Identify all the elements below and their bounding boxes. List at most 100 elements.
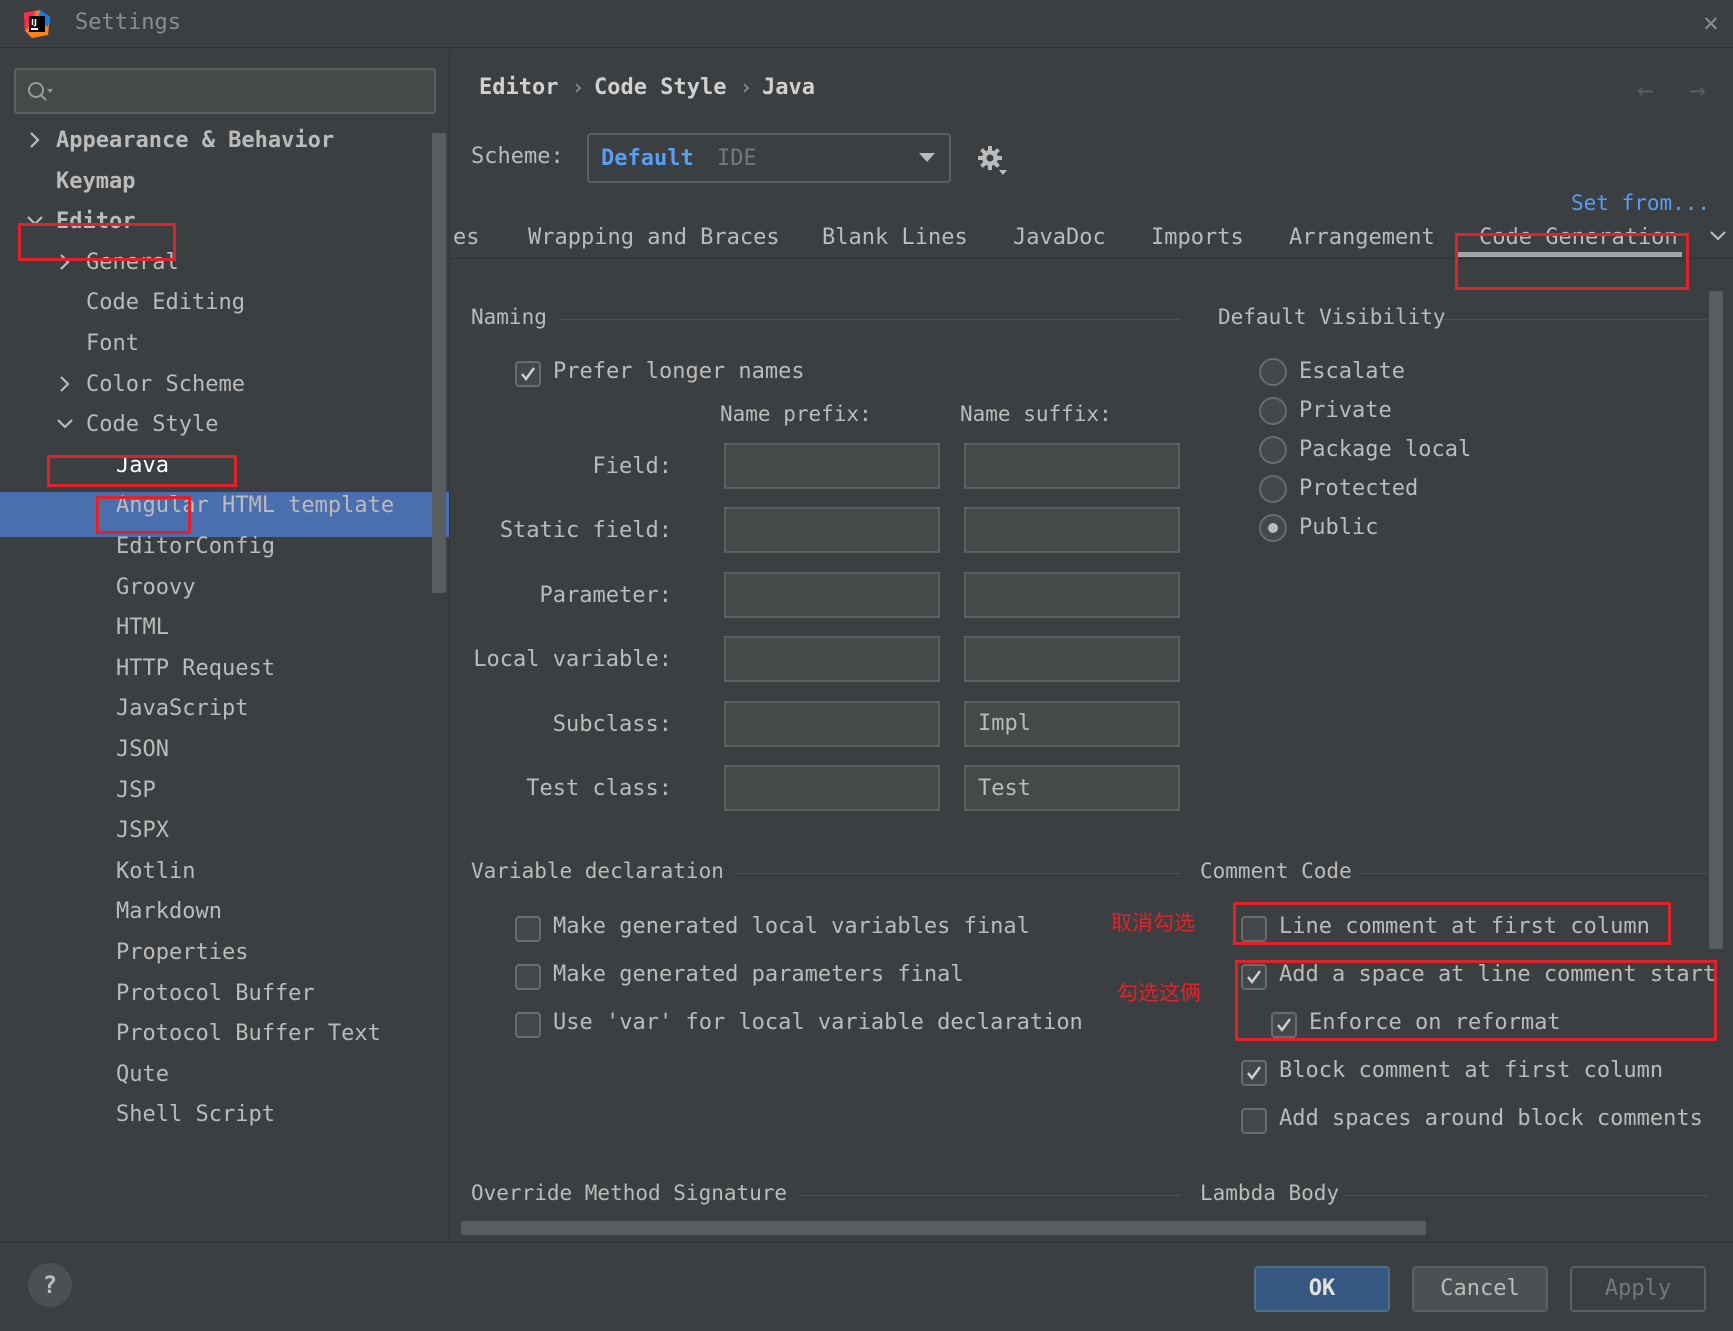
local-variable-suffix-input[interactable] — [964, 636, 1180, 683]
highlight-box-java — [96, 496, 191, 534]
title-bar: IJ Settings ✕ — [0, 0, 1733, 48]
back-arrow-icon[interactable]: ← — [1637, 73, 1654, 106]
highlight-box-code-generation-tab — [1455, 233, 1689, 290]
breadcrumb-code-style[interactable]: Code Style — [594, 75, 726, 100]
content-horizontal-scrollbar[interactable] — [461, 1221, 1426, 1235]
tree-item-label: JavaScript — [116, 696, 249, 722]
tree-item-label: Kotlin — [116, 858, 196, 884]
scheme-value: Default — [601, 146, 694, 171]
scheme-dropdown[interactable]: Default IDE — [587, 133, 951, 183]
field-prefix-input[interactable] — [724, 443, 940, 489]
tree-item-label: JSON — [116, 737, 169, 762]
search-input[interactable] — [14, 68, 436, 114]
tree-item-label: Color Scheme — [86, 371, 245, 397]
naming-row-label: Local variable: — [473, 647, 672, 673]
tree-item-editorconfig[interactable]: EditorConfig — [0, 524, 430, 569]
static-field-suffix-input[interactable] — [964, 507, 1180, 554]
ok-button[interactable]: OK — [1254, 1266, 1390, 1312]
tree-item-font[interactable]: Font — [0, 321, 430, 366]
tree-item-markdown[interactable]: Markdown — [0, 889, 430, 934]
tree-item-http-request[interactable]: HTTP Request — [0, 646, 430, 691]
tab-wrapping-and-braces[interactable]: Wrapping and Braces — [528, 225, 780, 250]
help-button[interactable]: ? — [28, 1263, 72, 1307]
naming-row-label: Subclass: — [552, 711, 672, 737]
field-suffix-input[interactable] — [964, 443, 1180, 489]
section-divider — [1442, 319, 1707, 320]
use-var-for-local-variable-declaration-checkbox[interactable] — [515, 1012, 541, 1038]
gear-icon[interactable] — [975, 143, 1009, 177]
tab-javadoc[interactable]: JavaDoc — [1013, 225, 1106, 250]
tree-item-shell-script[interactable]: Shell Script — [0, 1092, 430, 1137]
make-generated-parameters-final-label: Make generated parameters final — [553, 962, 964, 987]
visibility-public-radio[interactable] — [1259, 514, 1287, 542]
tree-item-code-editing[interactable]: Code Editing — [0, 280, 430, 325]
tree-item-protocol-buffer[interactable]: Protocol Buffer — [0, 971, 430, 1016]
visibility-protected-radio[interactable] — [1259, 475, 1287, 503]
make-generated-parameters-final-checkbox[interactable] — [515, 964, 541, 990]
content-vertical-scrollbar[interactable] — [1709, 291, 1723, 949]
subclass-prefix-input[interactable] — [724, 700, 940, 747]
tree-item-kotlin[interactable]: Kotlin — [0, 849, 430, 894]
window-title: Settings — [75, 10, 181, 35]
tree-item-label: HTML — [116, 615, 169, 641]
section-divider — [798, 1195, 1181, 1196]
tree-item-label: Properties — [116, 940, 249, 965]
visibility-package-local-radio[interactable] — [1259, 436, 1287, 464]
tree-item-appearance-behavior[interactable]: Appearance & Behavior — [0, 118, 430, 163]
tree-item-protocol-buffer-text[interactable]: Protocol Buffer Text — [0, 1011, 430, 1056]
tree-item-groovy[interactable]: Groovy — [0, 565, 430, 610]
tab-blank-lines[interactable]: Blank Lines — [822, 225, 968, 250]
local-variable-prefix-input[interactable] — [724, 636, 940, 683]
visibility-escalate-radio[interactable] — [1259, 358, 1287, 386]
parameter-suffix-input[interactable] — [964, 571, 1180, 618]
static-field-prefix-input[interactable] — [724, 507, 940, 554]
visibility-package-local-label: Package local — [1299, 437, 1472, 462]
test-class-prefix-input[interactable] — [724, 765, 940, 811]
chevron-down-icon[interactable] — [55, 414, 75, 434]
make-generated-local-variables-final-checkbox[interactable] — [515, 916, 541, 942]
tree-item-html[interactable]: HTML — [0, 605, 430, 650]
chevron-right-icon[interactable] — [55, 374, 75, 394]
naming-row-label: Test class: — [526, 776, 672, 801]
add-spaces-around-block-comments-checkbox[interactable] — [1241, 1108, 1267, 1134]
subclass-suffix-input[interactable] — [964, 700, 1180, 747]
block-comment-at-first-column-checkbox[interactable] — [1241, 1060, 1267, 1086]
tab-imports[interactable]: Imports — [1151, 225, 1244, 250]
breadcrumb-editor[interactable]: Editor — [479, 75, 558, 100]
tree-item-code-style[interactable]: Code Style — [0, 402, 430, 447]
section-divider — [559, 319, 1181, 320]
forward-arrow-icon[interactable]: → — [1689, 73, 1706, 106]
tree-item-properties[interactable]: Properties — [0, 930, 430, 975]
search-icon — [28, 82, 53, 101]
tree-item-angular-html-template[interactable]: Angular HTML template — [0, 483, 430, 528]
apply-button[interactable]: Apply — [1570, 1266, 1706, 1312]
cancel-button[interactable]: Cancel — [1412, 1266, 1548, 1312]
default-visibility-title: Default Visibility — [1218, 305, 1446, 329]
tab-spaces-truncated[interactable]: es — [453, 225, 480, 250]
chevron-down-icon[interactable] — [1709, 227, 1727, 245]
parameter-prefix-input[interactable] — [724, 571, 940, 618]
visibility-private-label: Private — [1299, 398, 1392, 423]
visibility-private-radio[interactable] — [1259, 397, 1287, 425]
naming-row-label: Parameter: — [539, 582, 672, 608]
tree-item-keymap[interactable]: Keymap — [0, 159, 430, 204]
tree-item-qute[interactable]: Qute — [0, 1052, 430, 1097]
chevron-right-icon[interactable] — [25, 130, 45, 150]
test-class-suffix-input[interactable] — [964, 765, 1180, 811]
dialog-button-bar: ? OK Cancel Apply — [0, 1242, 1733, 1331]
close-button[interactable]: ✕ — [1696, 8, 1726, 38]
tree-item-jsp[interactable]: JSP — [0, 768, 430, 813]
visibility-protected-label: Protected — [1299, 476, 1419, 501]
tree-item-color-scheme[interactable]: Color Scheme — [0, 362, 430, 407]
tree-item-javascript[interactable]: JavaScript — [0, 686, 430, 731]
breadcrumb-java: Java — [762, 75, 815, 100]
override-method-signature-title: Override Method Signature — [471, 1181, 788, 1205]
breadcrumb-separator: › — [740, 75, 753, 99]
tree-item-label: Protocol Buffer Text — [116, 1021, 381, 1047]
name-suffix-header: Name suffix: — [960, 402, 1112, 426]
tree-item-json[interactable]: JSON — [0, 727, 430, 772]
tree-item-jspx[interactable]: JSPX — [0, 808, 430, 853]
block-comment-at-first-column-label: Block comment at first column — [1279, 1058, 1664, 1083]
tab-arrangement[interactable]: Arrangement — [1289, 225, 1435, 250]
prefer-longer-names-checkbox[interactable] — [515, 361, 541, 387]
